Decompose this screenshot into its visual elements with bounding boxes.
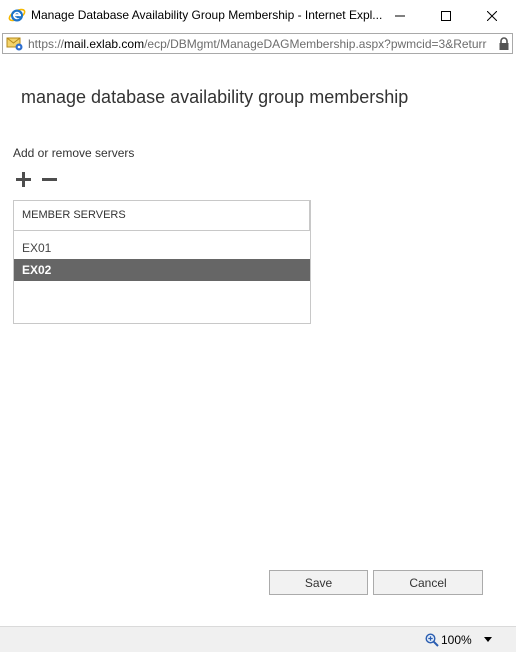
plus-icon [15, 171, 31, 187]
cancel-button[interactable]: Cancel [373, 570, 483, 595]
column-divider [309, 201, 310, 231]
zoom-level[interactable]: 100% [441, 633, 472, 647]
page-title: manage database availability group membe… [21, 87, 409, 107]
chevron-down-icon[interactable] [484, 637, 492, 642]
minimize-button[interactable] [377, 0, 423, 31]
list-item[interactable]: EX01 [14, 237, 310, 259]
member-servers-column-header[interactable]: MEMBER SERVERS [14, 201, 310, 231]
minimize-icon [395, 15, 405, 16]
close-icon [487, 10, 497, 21]
list-item-selected[interactable]: EX02 [14, 259, 310, 281]
site-mail-icon [6, 37, 23, 51]
lock-icon[interactable] [498, 37, 510, 51]
minus-icon [41, 177, 57, 181]
window-title: Manage Database Availability Group Membe… [31, 8, 383, 22]
internet-explorer-icon [8, 8, 26, 22]
member-servers-list[interactable]: MEMBER SERVERS EX01 EX02 [13, 200, 311, 324]
maximize-button[interactable] [423, 0, 469, 31]
address-url[interactable]: https://mail.exlab.com/ecp/DBMgmt/Manage… [28, 37, 493, 51]
address-bar[interactable]: https://mail.exlab.com/ecp/DBMgmt/Manage… [2, 33, 513, 54]
close-button[interactable] [469, 0, 515, 31]
url-prefix: https:// [28, 37, 65, 51]
add-server-button[interactable] [13, 170, 33, 188]
status-bar: 100% [0, 626, 516, 652]
save-button[interactable]: Save [269, 570, 368, 595]
url-path: /ecp/DBMgmt/ManageDAGMembership.aspx?pwm… [144, 37, 487, 51]
remove-server-button[interactable] [39, 170, 59, 188]
section-label: Add or remove servers [13, 146, 135, 160]
window-title-bar: Manage Database Availability Group Membe… [0, 0, 516, 31]
url-domain: mail.exlab.com [64, 37, 145, 51]
zoom-icon[interactable] [425, 633, 439, 647]
maximize-icon [441, 10, 451, 21]
